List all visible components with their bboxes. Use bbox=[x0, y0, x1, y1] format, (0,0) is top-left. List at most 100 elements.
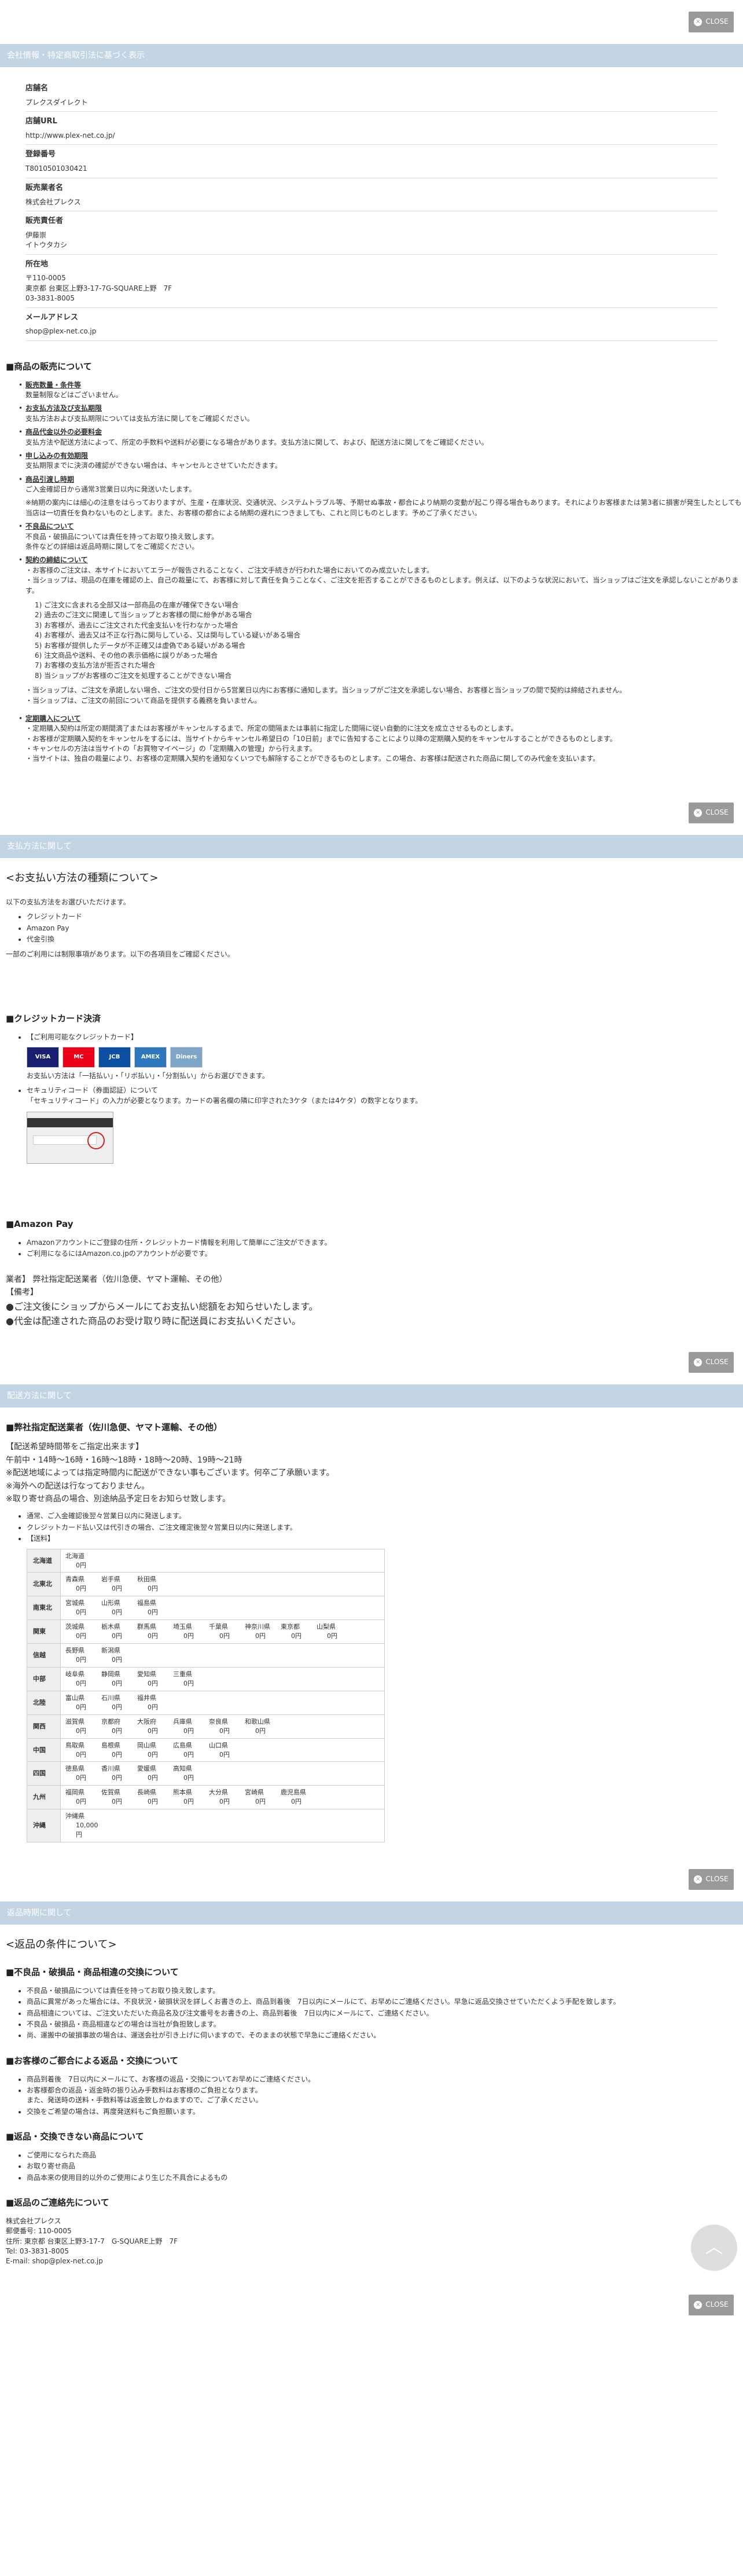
table-row: 信越 長野県 0円 新潟県 0円 bbox=[27, 1643, 385, 1668]
returns-list: 商品到着後 7日以内にメールにて、お客様の返品・交換についてお早めにご連絡くださ… bbox=[0, 2075, 743, 2117]
prefecture-name: 福岡県 bbox=[65, 1789, 84, 1797]
prefecture-name: 京都府 bbox=[101, 1717, 120, 1725]
amazon-item: ご利用になるにはAmazon.co.jpのアカウントが必要です。 bbox=[27, 1249, 743, 1259]
prefecture-fee: 0円 bbox=[291, 1632, 301, 1640]
close-button[interactable]: × CLOSE bbox=[689, 2294, 734, 2315]
prefecture-fee: 0円 bbox=[183, 1774, 194, 1782]
policy-text: ・定期購入契約は所定の期間満了またはお客様がキャンセルするまで、所定の間隔または… bbox=[25, 724, 518, 733]
payment-intro: 以下の支払方法をお選びいただけます。 bbox=[6, 897, 130, 906]
prefecture-rate: 宮城県 0円 bbox=[65, 1599, 101, 1617]
security-code-info: セキュリティコード（券面認証）について「セキュリティコード」の入力が必要となりま… bbox=[0, 1086, 743, 1106]
prefecture-fee: 0円 bbox=[255, 1727, 266, 1735]
policy-item: 定期購入について・定期購入契約は所定の期間満了またはお客様がキャンセルするまで、… bbox=[19, 714, 743, 764]
prefecture-rate: 大分県 0円 bbox=[209, 1788, 245, 1807]
prefecture-fee: 0円 bbox=[183, 1679, 194, 1687]
close-button[interactable]: × CLOSE bbox=[689, 1869, 734, 1890]
policy-heading: 販売数量・条件等 bbox=[25, 380, 82, 389]
info-label: 販売責任者 bbox=[25, 216, 64, 225]
contact-line: 住所: 東京都 台東区上野3-17-7 G-SQUARE上野 7F bbox=[6, 2237, 178, 2245]
card-logo-icon: Diners bbox=[170, 1047, 203, 1068]
policy-item: 申し込みの有効期限支払期限までに決済の確認ができない場合は、キャンセルとさせてい… bbox=[19, 451, 743, 471]
card-back-image bbox=[27, 1112, 113, 1164]
prefecture-rate: 新潟県 0円 bbox=[101, 1646, 137, 1665]
prefecture-rate: 群馬県 0円 bbox=[137, 1622, 173, 1641]
prefecture-rate: 愛媛県 0円 bbox=[137, 1764, 173, 1783]
prefecture-fee: 0円 bbox=[183, 1632, 194, 1640]
info-value: 株式会社プレクス bbox=[25, 196, 718, 211]
reason-item: 3) お客様が、過去にご注文された代金支払いを行わなかった場合 bbox=[35, 621, 238, 629]
security-item: セキュリティコード（券面認証）について「セキュリティコード」の入力が必要となりま… bbox=[27, 1086, 743, 1106]
reason-item: 5) お客様が提供したデータが不正確又は虚偽である疑いがある場合 bbox=[35, 641, 246, 650]
info-label: メールアドレス bbox=[25, 313, 79, 322]
prefecture-fee: 0円 bbox=[219, 1727, 230, 1735]
info-value: http://www.plex-net.co.jp/ bbox=[25, 130, 718, 145]
region-name: 九州 bbox=[27, 1785, 61, 1810]
prefecture-fee: 0円 bbox=[112, 1608, 122, 1617]
prefecture-fee: 0円 bbox=[148, 1585, 158, 1593]
prefecture-name: 埼玉県 bbox=[173, 1623, 192, 1631]
close-button[interactable]: × CLOSE bbox=[689, 12, 734, 32]
prefecture-rate: 福井県 0円 bbox=[137, 1694, 173, 1712]
returns-section-title: ■返品・交換できない商品について bbox=[6, 2131, 144, 2142]
prefecture-name: 山口県 bbox=[209, 1741, 228, 1749]
returns-section-title: ■不良品・破損品・商品相違の交換について bbox=[6, 1967, 179, 1978]
prefecture-fee: 0円 bbox=[112, 1703, 122, 1711]
prefecture-name: 鹿児島県 bbox=[281, 1789, 306, 1797]
prefecture-rate: 長野県 0円 bbox=[65, 1646, 101, 1665]
prefecture-name: 宮城県 bbox=[65, 1599, 84, 1607]
policy-heading: 契約の締結について bbox=[25, 556, 88, 565]
policy-item: 商品代金以外の必要料金支払方法や配送方法によって、所定の手数料や送料が必要になる… bbox=[19, 427, 743, 448]
prefecture-name: 広島県 bbox=[173, 1741, 192, 1749]
policy-item: 販売数量・条件等数量制限などはございません。 bbox=[19, 380, 743, 401]
note-text: ・当ショップは、ご注文の前回について商品を提供する義務を負いません。 bbox=[25, 696, 262, 705]
prefecture-name: 島根県 bbox=[101, 1741, 120, 1749]
prefecture-fee: 0円 bbox=[76, 1703, 86, 1711]
info-value: shop@plex-net.co.jp bbox=[25, 325, 718, 341]
prefecture-rate: 石川県 0円 bbox=[101, 1694, 137, 1712]
prefecture-fee: 0円 bbox=[76, 1774, 86, 1782]
chevron-up-icon: ︿ bbox=[705, 2237, 723, 2258]
prefecture-rate: 鹿児島県 0円 bbox=[281, 1788, 317, 1807]
prefecture-fee: 0円 bbox=[112, 1656, 122, 1664]
returns-heading: <返品の条件について> bbox=[6, 1939, 117, 1951]
prefecture-fee: 0円 bbox=[148, 1608, 158, 1617]
prefecture-fee: 0円 bbox=[76, 1798, 86, 1806]
delivery-note: 通常、ご入金確認後翌々営業日以内に発送します。 bbox=[27, 1511, 743, 1521]
returns-item: 商品に異常があった場合には、不良状況・破損状況を詳しくお書きの上、商品到着後 7… bbox=[27, 1997, 743, 2007]
table-row: 沖縄 沖縄県 10,000円 bbox=[27, 1809, 385, 1843]
delivery-note: 【送料】 bbox=[27, 1534, 743, 1544]
prefecture-name: 神奈川県 bbox=[245, 1623, 270, 1631]
prefecture-rate: 高知県 0円 bbox=[173, 1764, 209, 1783]
prefecture-fee: 0円 bbox=[76, 1608, 86, 1617]
contact-line: E-mail: shop@plex-net.co.jp bbox=[6, 2257, 103, 2266]
prefecture-name: 熊本県 bbox=[173, 1789, 192, 1797]
policy-text: 不良品・破損品については責任を持ってお取り換え致します。 条件などの詳細は返品時… bbox=[25, 532, 219, 551]
cod-note: ●代金は配達された商品のお受け取り時に配送員にお支払いください。 bbox=[6, 1316, 301, 1327]
close-button[interactable]: × CLOSE bbox=[689, 802, 734, 823]
cvv-highlight-icon bbox=[87, 1132, 105, 1150]
scroll-to-top-button[interactable]: ︿ bbox=[691, 2225, 737, 2271]
prefecture-fee: 0円 bbox=[219, 1798, 230, 1806]
policy-heading: お支払方法及び支払期限 bbox=[25, 404, 102, 413]
prefecture-fee: 0円 bbox=[148, 1727, 158, 1735]
returns-list: 不良品・破損品については責任を持ってお取り換え致します。商品に異常があった場合に… bbox=[0, 1986, 743, 2041]
policy-heading: 申し込みの有効期限 bbox=[25, 451, 89, 460]
close-label: CLOSE bbox=[705, 17, 729, 26]
prefecture-rate: 広島県 0円 bbox=[173, 1741, 209, 1760]
prefecture-name: 愛媛県 bbox=[137, 1765, 156, 1773]
close-button[interactable]: × CLOSE bbox=[689, 1351, 734, 1373]
prefecture-name: 富山県 bbox=[65, 1694, 84, 1702]
prefecture-name: 茨城県 bbox=[65, 1623, 84, 1631]
section-header: 返品時期に関して bbox=[0, 1901, 743, 1925]
prefecture-rate: 栃木県 0円 bbox=[101, 1622, 137, 1641]
reason-item: 2) 過去のご注文に関連して当ショップとお客様の間に紛争がある場合 bbox=[35, 611, 252, 620]
close-icon: × bbox=[694, 2300, 702, 2309]
returns-section-title: ■お客様のご都合による返品・交換について bbox=[6, 2055, 179, 2066]
contact-line: 株式会社プレクス bbox=[6, 2216, 61, 2225]
region-name: 中部 bbox=[27, 1666, 61, 1691]
region-name: 四国 bbox=[27, 1761, 61, 1786]
policy-item: 不良品について不良品・破損品については責任を持ってお取り換え致します。 条件など… bbox=[19, 522, 743, 552]
company-info: 店舗名 プレクスダイレクト 店舗URL http://www.plex-net.co.… bbox=[0, 67, 743, 347]
close-icon: × bbox=[694, 1358, 702, 1366]
prefecture-name: 徳島県 bbox=[65, 1765, 84, 1773]
